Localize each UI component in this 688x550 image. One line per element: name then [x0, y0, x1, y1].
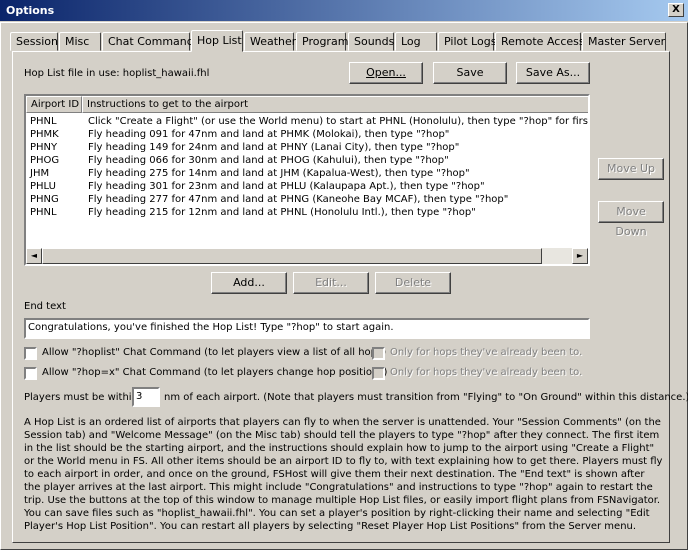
allow-hoplist-checkbox[interactable]	[24, 347, 37, 360]
add-button[interactable]: Add...	[211, 272, 287, 294]
end-text-label: End text	[24, 301, 66, 312]
move-up-button-label: Move Up	[606, 162, 656, 175]
instructions-cell: Fly heading 301 for 23nm and land at PHL…	[88, 181, 485, 192]
airport-id-cell: PHNY	[30, 142, 58, 153]
tab-session[interactable]: Session	[10, 32, 58, 51]
allow-hopx-label: Allow "?hop=x" Chat Command (to let play…	[42, 367, 388, 378]
tab-misc[interactable]: Misc	[59, 32, 101, 51]
airport-id-cell: PHNG	[30, 194, 59, 205]
delete-button[interactable]: Delete	[375, 272, 451, 294]
hoplist-description: A Hop List is an ordered list of airport…	[24, 417, 663, 532]
airport-id-cell: PHNL	[30, 207, 57, 218]
save-as-button[interactable]: Save As...	[516, 62, 590, 84]
only-hops-checkbox-1[interactable]	[372, 347, 385, 360]
instructions-cell: Fly heading 066 for 30nm and land at PHO…	[88, 155, 449, 166]
move-down-button-label: Move Down	[615, 205, 647, 238]
tab-hop-list[interactable]: Hop List	[191, 30, 243, 52]
airport-id-cell: PHMK	[30, 129, 59, 140]
instructions-cell: Fly heading 215 for 12nm and land at PHN…	[88, 207, 476, 218]
open-button-label: Open...	[366, 66, 406, 79]
tab-remote-access[interactable]: Remote Access	[495, 32, 585, 51]
edit-button[interactable]: Edit...	[293, 272, 369, 294]
only-hops-checkbox-2[interactable]	[372, 367, 385, 380]
delete-button-label: Delete	[394, 276, 432, 289]
instructions-cell: Fly heading 091 for 47nm and land at PHM…	[88, 129, 450, 140]
scrollbar-thumb[interactable]	[42, 248, 542, 264]
window-title: Options	[6, 4, 55, 17]
tab-pilot-logs[interactable]: Pilot Logs	[438, 32, 496, 51]
open-button[interactable]: Open...	[349, 62, 423, 84]
tab-sounds[interactable]: Sounds	[348, 32, 394, 51]
airport-id-cell: PHNL	[30, 116, 57, 127]
title-bar: Options X	[0, 0, 688, 22]
within-prefix-label: Players must be within	[24, 392, 138, 403]
tab-program[interactable]: Program	[296, 32, 348, 51]
airport-id-cell: PHLU	[30, 181, 56, 192]
column-header-instructions[interactable]: Instructions to get to the airport	[82, 96, 588, 113]
save-button[interactable]: Save	[433, 62, 507, 84]
scroll-left-icon[interactable]: ◄	[26, 248, 42, 264]
scroll-right-icon[interactable]: ►	[572, 248, 588, 264]
save-button-label: Save	[456, 66, 484, 79]
tab-master-server[interactable]: Master Server	[582, 32, 666, 51]
airport-id-cell: PHOG	[30, 155, 60, 166]
hoplist-file-label: Hop List file in use: hoplist_hawaii.fhl	[24, 68, 210, 79]
tab-weather[interactable]: Weather	[244, 32, 296, 51]
move-up-button[interactable]: Move Up	[598, 158, 664, 180]
only-hops-label-2: Only for hops they've already been to.	[390, 367, 583, 378]
only-hops-label-1: Only for hops they've already been to.	[390, 347, 583, 358]
edit-button-label: Edit...	[315, 276, 347, 289]
allow-hopx-checkbox[interactable]	[24, 367, 37, 380]
tab-chat-commands[interactable]: Chat Commands	[102, 32, 199, 51]
hoplist-listview[interactable]: Airport ID Instructions to get to the ai…	[24, 94, 590, 266]
distance-input[interactable]: 3	[132, 387, 160, 407]
instructions-cell: Fly heading 149 for 24nm and land at PHN…	[88, 142, 460, 153]
save-as-button-label: Save As...	[525, 66, 581, 79]
end-text-input[interactable]: Congratulations, you've finished the Hop…	[24, 318, 590, 339]
airport-id-cell: JHM	[30, 168, 50, 179]
column-header-airport-id[interactable]: Airport ID	[26, 96, 82, 113]
horizontal-scrollbar[interactable]: ◄ ►	[26, 248, 588, 264]
instructions-cell: Click "Create a Flight" (or use the Worl…	[88, 116, 590, 127]
within-suffix-label: nm of each airport. (Note that players m…	[164, 392, 688, 403]
instructions-cell: Fly heading 277 for 47nm and land at PHN…	[88, 194, 509, 205]
add-button-label: Add...	[233, 276, 265, 289]
tab-log[interactable]: Log	[395, 32, 437, 51]
close-button[interactable]: X	[668, 3, 684, 17]
move-down-button[interactable]: Move Down	[598, 201, 664, 238]
allow-hoplist-label: Allow "?hoplist" Chat Command (to let pl…	[42, 347, 387, 358]
instructions-cell: Fly heading 275 for 14nm and land at JHM…	[88, 168, 470, 179]
